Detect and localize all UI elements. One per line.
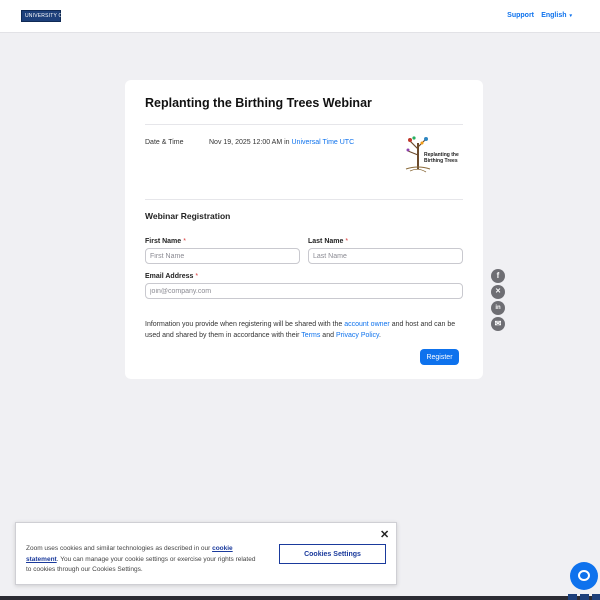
required-marker: * — [345, 238, 349, 245]
terms-link[interactable]: Terms — [301, 332, 320, 339]
cookie-text-part: Zoom uses cookies and similar technologi… — [26, 545, 213, 552]
facebook-share-icon[interactable]: f — [491, 269, 505, 283]
privacy-notice: Information you provide when registering… — [145, 319, 463, 341]
university-logo[interactable]: UNIVERSITY OF AUCKLAND — [21, 10, 96, 22]
privacy-text: and — [320, 332, 336, 339]
required-marker: * — [183, 238, 186, 245]
timezone-link[interactable]: Universal Time UTC — [292, 139, 355, 146]
account-owner-link[interactable]: account owner — [344, 321, 390, 328]
register-button[interactable]: Register — [420, 349, 459, 365]
footer-social-icon[interactable] — [580, 594, 589, 600]
x-share-icon[interactable]: ✕ — [491, 285, 505, 299]
last-name-label: Last Name * — [308, 238, 348, 245]
registration-section-title: Webinar Registration — [145, 211, 231, 221]
email-label: Email Address * — [145, 273, 198, 280]
email-field[interactable] — [145, 283, 463, 299]
event-image: Replanting the Birthing Trees — [404, 135, 460, 173]
email-share-icon[interactable]: ✉ — [491, 317, 505, 331]
support-link[interactable]: Support — [507, 12, 534, 19]
linkedin-share-icon[interactable]: in — [491, 301, 505, 315]
privacy-text: Information you provide when registering… — [145, 321, 345, 328]
registration-card: Replanting the Birthing Trees Webinar Da… — [125, 80, 483, 379]
privacy-text: . — [378, 332, 381, 339]
date-time-value: Nov 19, 2025 12:00 AM in Universal Time … — [209, 139, 354, 146]
last-name-field[interactable] — [308, 248, 463, 264]
cookie-text-part: . You can manage your cookie settings or… — [26, 555, 256, 574]
last-name-label-text: Last Name — [308, 238, 344, 245]
footer-bar — [0, 596, 600, 600]
chat-button[interactable] — [570, 562, 598, 590]
cookie-text: Zoom uses cookies and similar technologi… — [26, 544, 262, 576]
footer-linkedin-icon[interactable] — [568, 594, 577, 600]
first-name-label: First Name * — [145, 238, 186, 245]
chat-icon — [578, 570, 590, 581]
date-time-text: Nov 19, 2025 12:00 AM in — [209, 139, 292, 146]
chevron-down-icon: ▾ — [569, 13, 572, 19]
event-image-caption: Replanting the Birthing Trees — [424, 152, 464, 164]
language-label: English — [541, 12, 567, 19]
date-time-label: Date & Time — [145, 139, 184, 146]
email-label-text: Email Address — [145, 273, 194, 280]
image-text-line-2: Birthing Trees — [424, 158, 458, 164]
language-selector[interactable]: English ▾ — [541, 12, 572, 19]
first-name-label-text: First Name — [145, 238, 182, 245]
page-title: Replanting the Birthing Trees Webinar — [145, 96, 372, 110]
top-header: UNIVERSITY OF AUCKLAND Support English ▾ — [0, 0, 600, 33]
cookies-settings-button[interactable]: Cookies Settings — [279, 544, 386, 564]
first-name-field[interactable] — [145, 248, 300, 264]
close-icon[interactable]: ✕ — [380, 528, 389, 541]
divider — [145, 199, 463, 200]
required-marker: * — [195, 273, 199, 280]
logo-text: UNIVERSITY OF AUCKLAND — [25, 13, 96, 19]
cookie-banner: Zoom uses cookies and similar technologi… — [15, 522, 397, 585]
privacy-policy-link[interactable]: Privacy Policy — [336, 332, 379, 339]
footer-social-icon[interactable] — [592, 594, 600, 600]
divider — [145, 124, 463, 125]
